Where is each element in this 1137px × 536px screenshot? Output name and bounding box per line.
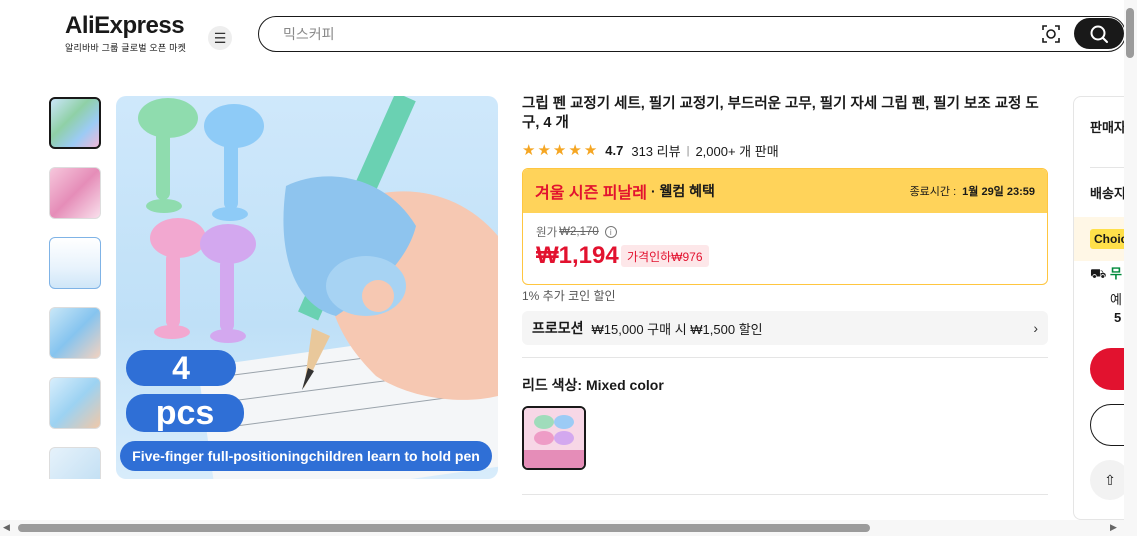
promotion-text: ₩15,000 구매 시 ₩1,500 할인 bbox=[591, 321, 763, 337]
divider bbox=[522, 357, 1048, 358]
info-icon[interactable]: i bbox=[604, 226, 617, 238]
divider bbox=[522, 494, 1048, 495]
star-half-icon: ★ bbox=[583, 142, 598, 159]
star-icon: ★ bbox=[537, 142, 551, 159]
original-price-row: 원가 ₩2,170 i bbox=[536, 224, 617, 240]
thumbnail-3[interactable] bbox=[49, 237, 101, 289]
search-bar bbox=[258, 16, 1126, 52]
thumbnail-4[interactable] bbox=[49, 307, 101, 359]
promotion-row[interactable]: 프로모션 ₩15,000 구매 시 ₩1,500 할인 › bbox=[522, 311, 1048, 345]
sale-end-time: 종료시간 : 1월 29일 23:59 bbox=[910, 183, 1035, 199]
coin-discount: 1% 추가 코인 할인 bbox=[522, 289, 616, 303]
free-shipping-label: 무 bbox=[1109, 266, 1122, 281]
logo-text: AliExpress bbox=[65, 12, 185, 39]
menu-button[interactable]: ☰ bbox=[208, 26, 232, 50]
separator: | bbox=[686, 144, 690, 157]
search-input[interactable] bbox=[283, 24, 983, 44]
sale-title: 겨울 시즌 피날레 bbox=[535, 185, 647, 202]
thumbnail-2[interactable] bbox=[49, 167, 101, 219]
color-label: 리드 색상: bbox=[522, 377, 583, 393]
sale-end-value: 1월 29일 23:59 bbox=[962, 186, 1035, 198]
vertical-scrollbar[interactable] bbox=[1124, 0, 1137, 520]
thumbnail-list bbox=[48, 96, 102, 479]
current-price: ₩1,194 bbox=[536, 242, 619, 269]
truck-icon: ⛟ bbox=[1090, 266, 1107, 281]
search-icon bbox=[1090, 25, 1108, 43]
chevron-right-icon: › bbox=[1033, 320, 1038, 336]
image-unit-badge: pcs bbox=[126, 394, 244, 432]
sold-count: 2,000+ 개 판매 bbox=[695, 144, 779, 159]
review-count[interactable]: 313 리뷰 bbox=[631, 141, 680, 160]
aliexpress-logo[interactable]: AliExpress 알리바바 그룹 글로벌 오픈 마켓 bbox=[65, 12, 186, 54]
sale-end-label: 종료시간 : bbox=[909, 186, 957, 198]
color-swatch-mixed[interactable] bbox=[522, 406, 586, 470]
thumbnail-6[interactable] bbox=[49, 447, 101, 479]
scroll-left-icon[interactable]: ◀ bbox=[3, 522, 10, 533]
menu-icon: ☰ bbox=[213, 29, 227, 46]
search-button[interactable] bbox=[1074, 18, 1124, 49]
seller-label[interactable]: 판매자 bbox=[1090, 117, 1126, 136]
scroll-right-icon[interactable]: ▶ bbox=[1110, 522, 1117, 533]
star-icon: ★ bbox=[568, 142, 582, 159]
discount-badge: 가격인하₩976 bbox=[621, 245, 709, 267]
original-price: ₩2,170 bbox=[559, 226, 599, 238]
image-count-badge: 4 bbox=[126, 350, 236, 386]
sale-box: 겨울 시즌 피날레 · 웰컴 혜택 종료시간 : 1월 29일 23:59 원가 … bbox=[522, 168, 1048, 285]
camera-search-icon[interactable] bbox=[1041, 24, 1061, 44]
sale-subtitle: · 웰컴 혜택 bbox=[650, 183, 715, 199]
free-shipping: ⛟ 무 bbox=[1090, 263, 1122, 284]
main-product-image[interactable]: 4 pcs Five-finger full-positioningchildr… bbox=[116, 96, 498, 479]
color-selector-label: 리드 색상: Mixed color bbox=[522, 375, 664, 395]
promotion-label: 프로모션 bbox=[532, 320, 584, 336]
horizontal-scrollbar-thumb[interactable] bbox=[18, 524, 870, 532]
delivery-date: 5 bbox=[1114, 310, 1122, 325]
logo-subtitle: 알리바바 그룹 글로벌 오픈 마켓 bbox=[65, 43, 187, 53]
delivery-estimate: 예 bbox=[1110, 292, 1122, 307]
product-title: 그립 펜 교정기 세트, 필기 교정기, 부드러운 고무, 필기 자세 그립 펜… bbox=[522, 96, 1039, 131]
star-icon: ★ bbox=[552, 142, 567, 159]
swatch-image bbox=[524, 408, 584, 468]
page: AliExpress 알리바바 그룹 글로벌 오픈 마켓 ☰ 믹스커피 4 pc… bbox=[0, 0, 1137, 536]
star-icon: ★ bbox=[522, 142, 536, 159]
sale-header: 겨울 시즌 피날레 · 웰컴 혜택 종료시간 : 1월 29일 23:59 bbox=[523, 169, 1047, 213]
color-value: Mixed color bbox=[585, 377, 664, 393]
thumbnail-5[interactable] bbox=[49, 377, 101, 429]
image-caption: Five-finger full-positioningchildren lea… bbox=[120, 441, 492, 471]
original-price-label: 원가 bbox=[536, 227, 558, 239]
vertical-scrollbar-thumb[interactable] bbox=[1126, 8, 1134, 58]
rating-value: 4.7 bbox=[605, 143, 624, 158]
shipping-label[interactable]: 배송지 bbox=[1090, 183, 1126, 202]
share-icon: ⇧ bbox=[1104, 471, 1116, 488]
rating-row: ★ ★ ★ ★ ★ 4.7 313 리뷰 | 2,000+ 개 판매 bbox=[522, 141, 779, 160]
rating-stars: ★ ★ ★ ★ ★ bbox=[522, 143, 597, 158]
thumbnail-1[interactable] bbox=[49, 97, 101, 149]
